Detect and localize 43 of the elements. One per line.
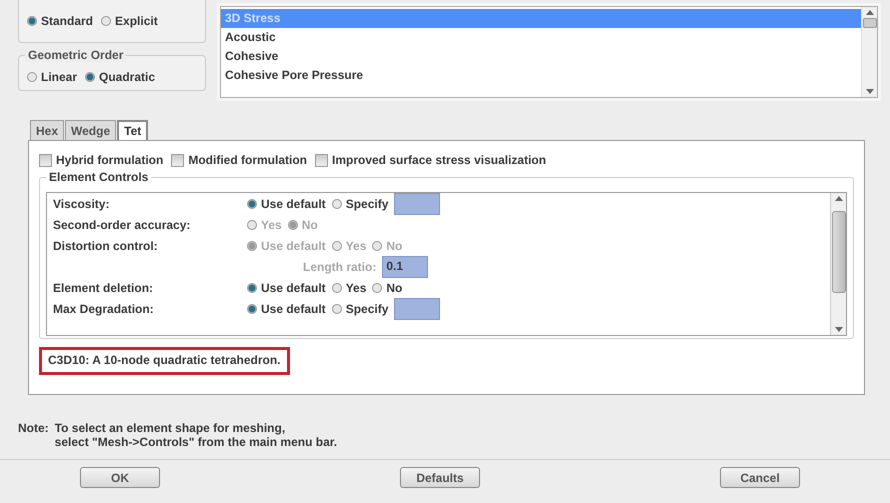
scroll-down-icon[interactable] <box>866 89 874 94</box>
scroll-thumb[interactable] <box>832 211 846 293</box>
list-item[interactable]: Acoustic <box>221 28 861 47</box>
group-title: Element Controls <box>46 170 152 184</box>
tab[interactable]: Tet <box>117 120 148 140</box>
note-text: To select an element shape for meshing, <box>54 421 286 435</box>
dialog-button[interactable]: Defaults <box>400 467 480 488</box>
row-label: Max Degradation: <box>53 302 155 316</box>
radio-button[interactable]: No <box>372 280 402 294</box>
tab[interactable]: Hex <box>30 120 64 140</box>
field-label: Length ratio: <box>303 260 376 274</box>
input-field[interactable] <box>394 193 440 214</box>
radio-button[interactable]: Yes <box>332 280 366 294</box>
scroll-up-icon[interactable] <box>834 196 842 201</box>
radio-button[interactable]: Explicit <box>101 14 158 28</box>
row-label: Second-order accuracy: <box>53 218 192 232</box>
input-field[interactable] <box>394 298 440 320</box>
checkbox[interactable]: Modified formulation <box>171 153 307 167</box>
checkbox[interactable]: Improved surface stress visualization <box>315 153 546 167</box>
element-description: C3D10: A 10-node quadratic tetrahedron. <box>39 347 290 375</box>
note-text: select "Mesh->Controls" from the main menu bar. <box>54 435 338 449</box>
row-label: Distortion control: <box>53 238 159 252</box>
dialog-button[interactable]: OK <box>80 467 160 488</box>
radio-button[interactable]: Linear <box>27 70 78 84</box>
scroll-down-icon[interactable] <box>834 327 842 332</box>
list-item[interactable]: Cohesive <box>221 47 861 66</box>
radio-button[interactable]: Standard <box>27 14 94 28</box>
radio-button[interactable]: Use default <box>247 280 326 294</box>
radio-button[interactable]: Quadratic <box>85 70 156 84</box>
tab[interactable]: Wedge <box>65 120 116 140</box>
radio-button[interactable]: Use default <box>247 302 326 316</box>
row-label: Element deletion: <box>53 280 154 294</box>
radio-button[interactable]: Specify <box>332 196 388 210</box>
group-title: Geometric Order <box>25 48 126 62</box>
row-label: Viscosity: <box>53 196 110 210</box>
dialog-button[interactable]: Cancel <box>720 467 800 488</box>
checkbox[interactable]: Hybrid formulation <box>39 153 164 167</box>
scroll-thumb[interactable] <box>862 18 876 28</box>
scroll-up-icon[interactable] <box>866 10 874 15</box>
radio-button[interactable]: Specify <box>332 302 388 316</box>
list-item[interactable]: Cohesive Pore Pressure <box>221 66 861 85</box>
radio-button[interactable]: Use default <box>247 196 326 210</box>
note-label: Note: <box>18 421 49 437</box>
